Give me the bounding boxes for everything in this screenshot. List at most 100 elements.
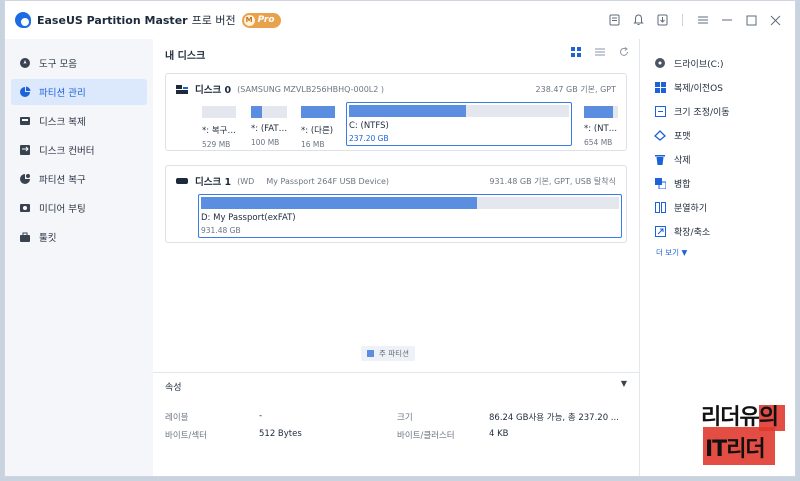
action-label: 병합 <box>674 179 691 190</box>
watermark-line2: IT리더 <box>705 437 766 462</box>
partition-name: *: (NT… <box>584 124 618 134</box>
property-label: 바이트/섹터 <box>165 431 207 441</box>
partition-0-4[interactable]: *: (NT… 654 MB <box>584 106 618 147</box>
partition-0-1[interactable]: *: (FAT… 100 MB <box>251 106 287 147</box>
partition-size: 100 MB <box>251 138 280 147</box>
disk-name: 디스크 0 <box>195 85 232 96</box>
partition-size: 237.20 GB <box>349 134 389 143</box>
usb-drive-icon <box>176 177 188 185</box>
refresh-icon[interactable] <box>619 47 629 60</box>
partition-0-2[interactable]: *: (다른) 16 MB <box>301 106 335 149</box>
legend-label: 주 파티션 <box>379 349 409 358</box>
partition-size: 16 MB <box>301 140 325 149</box>
properties-title: 속성 <box>165 383 182 393</box>
list-view-icon[interactable] <box>595 47 605 60</box>
sidebar-item-disk-converter[interactable]: 디스크 컨버터 <box>11 137 147 163</box>
disk-header: 디스크 1 (WD My Passport 264F USB Device) 9… <box>176 174 616 188</box>
app-logo-icon <box>15 12 31 28</box>
partition-usage-bar <box>251 106 262 118</box>
split-icon <box>654 201 666 213</box>
watermark-logo: 리더유의 IT리더 <box>699 393 791 471</box>
partition-size: 931.48 GB <box>201 226 241 235</box>
title-bar: EaseUS Partition Master 프로 버전 M Pro <box>5 1 795 39</box>
sidebar-item-label: 디스크 복제 <box>39 117 86 128</box>
partition-1-0[interactable]: D: My Passport(exFAT) 931.48 GB <box>198 194 622 238</box>
sidebar-item-toolkit[interactable]: 툴킷 <box>11 224 147 250</box>
property-value: 86.24 GB사용 가능, 총 237.20 ... <box>489 413 619 423</box>
format-button[interactable]: 포맷 <box>640 123 795 147</box>
sidebar-item-partition-manager[interactable]: 파티션 관리 <box>11 79 147 105</box>
extend-shrink-button[interactable]: 확장/축소 <box>640 219 795 243</box>
disk-card-1[interactable]: 디스크 1 (WD My Passport 264F USB Device) 9… <box>165 165 627 243</box>
partition-usage-bar <box>201 197 477 209</box>
media-boot-icon <box>19 202 31 214</box>
grid-view-icon[interactable] <box>571 47 581 60</box>
main-panel: 내 디스크 디스크 0 (SAMSUNG MZVLB256HBHQ-000L2 … <box>153 39 639 476</box>
partition-size: 529 MB <box>202 140 231 149</box>
partition-name: C: (NTFS) <box>349 121 389 131</box>
sidebar-item-media-boot[interactable]: 미디어 부팅 <box>11 195 147 221</box>
notes-icon[interactable] <box>602 11 626 29</box>
partition-name: *: (FAT… <box>251 124 287 134</box>
drive-c-item[interactable]: 드라이브(C:) <box>640 51 795 75</box>
sidebar-item-label: 툴킷 <box>39 233 57 244</box>
sidebar-item-partition-recovery[interactable]: 파티션 복구 <box>11 166 147 192</box>
compass-icon <box>19 57 31 69</box>
sidebar-item-label: 도구 모음 <box>39 59 77 70</box>
merge-icon <box>654 177 666 189</box>
sidebar-item-disk-clone[interactable]: 디스크 복제 <box>11 108 147 134</box>
sidebar-item-label: 파티션 복구 <box>39 175 86 186</box>
more-link[interactable]: 더 보기 ▼ <box>640 247 795 258</box>
sidebar-item-label: 미디어 부팅 <box>39 204 86 215</box>
app-title: EaseUS Partition Master <box>37 13 188 27</box>
disk-header: 디스크 0 (SAMSUNG MZVLB256HBHQ-000L2 ) 238.… <box>176 82 616 96</box>
partition-usage-bar <box>301 106 335 118</box>
legend-swatch <box>367 350 374 357</box>
split-button[interactable]: 분열하기 <box>640 195 795 219</box>
disk-info: 931.48 GB 기본, GPT, USB 탈착식 <box>489 176 616 186</box>
view-toggle <box>571 47 629 60</box>
pro-badge[interactable]: M Pro <box>241 12 281 28</box>
clone-migrate-os-button[interactable]: 복제/이전OS <box>640 75 795 99</box>
partition-name: *: (다른) <box>301 126 334 136</box>
disk-info: 238.47 GB 기본, GPT <box>535 84 616 94</box>
disk-card-0[interactable]: 디스크 0 (SAMSUNG MZVLB256HBHQ-000L2 ) 238.… <box>165 73 627 151</box>
resize-icon <box>654 105 666 117</box>
pie-chart-icon <box>19 86 31 98</box>
partition-name: D: My Passport(exFAT) <box>201 213 296 223</box>
close-icon[interactable] <box>763 11 787 29</box>
action-label: 확장/축소 <box>674 227 711 238</box>
disk-name: 디스크 1 <box>195 177 232 188</box>
title-separator <box>682 14 683 26</box>
minimize-icon[interactable] <box>715 11 739 29</box>
sidebar-item-tools[interactable]: 도구 모음 <box>11 50 147 76</box>
download-icon[interactable] <box>650 11 674 29</box>
partition-0-3[interactable]: C: (NTFS) 237.20 GB <box>346 102 572 146</box>
action-label: 복제/이전OS <box>674 83 723 94</box>
property-label: 크기 <box>397 413 413 423</box>
action-label: 드라이브(C:) <box>674 59 724 70</box>
format-icon <box>654 129 666 141</box>
property-value: - <box>259 411 263 421</box>
title-controls <box>602 11 787 29</box>
disk-convert-icon <box>19 144 31 156</box>
bell-icon[interactable] <box>626 11 650 29</box>
toolbox-icon <box>19 231 31 243</box>
maximize-icon[interactable] <box>739 11 763 29</box>
disk-clone-icon <box>19 115 31 127</box>
action-label: 크기 조정/이동 <box>674 107 730 118</box>
drive-icon <box>654 57 666 69</box>
merge-button[interactable]: 병합 <box>640 171 795 195</box>
app-window: EaseUS Partition Master 프로 버전 M Pro 도구 모… <box>4 0 796 477</box>
menu-icon[interactable] <box>691 11 715 29</box>
partition-usage-bar <box>584 106 613 118</box>
disk-model: (SAMSUNG MZVLB256HBHQ-000L2 ) <box>237 84 384 94</box>
partition-legend: 주 파티션 <box>361 346 415 361</box>
partition-0-0[interactable]: *: 복구… 529 MB <box>202 106 236 149</box>
delete-button[interactable]: 삭제 <box>640 147 795 171</box>
action-label: 분열하기 <box>674 203 708 214</box>
watermark-line1: 리더유의 <box>701 405 779 430</box>
partition-size: 654 MB <box>584 138 613 147</box>
collapse-icon[interactable]: ▼ <box>621 379 627 388</box>
resize-move-button[interactable]: 크기 조정/이동 <box>640 99 795 123</box>
